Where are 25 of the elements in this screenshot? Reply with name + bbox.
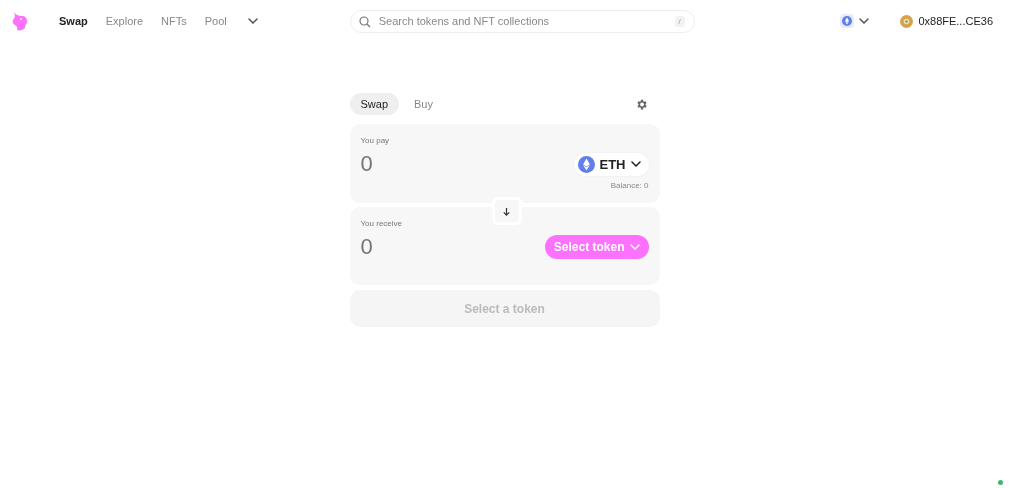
amount-field[interactable]: 0 [360,234,421,260]
avatar-icon [900,14,914,28]
tab[interactable]: Buy [403,93,444,115]
chevron-icon [859,18,870,24]
chevron-icon [247,18,258,24]
nav-link[interactable]: NFTs [152,11,196,31]
status-dot-icon [998,480,1003,485]
ethereum-icon [577,155,595,173]
chevron-icon [630,161,641,167]
panel-label: You receive [360,219,403,228]
chevron-icon [629,244,640,250]
ethereum-icon [842,16,853,26]
select-token-button[interactable]: Select token [544,235,649,259]
panel-label: You pay [360,136,391,145]
amount-field[interactable]: 0 [360,151,421,177]
token-selector[interactable]: ETH [573,152,649,176]
nav-link[interactable]: Swap [50,11,97,31]
nav-link[interactable]: Explore [96,11,153,31]
account-button[interactable]: 0x88FE...CE36 [894,13,999,29]
search-icon [358,15,371,28]
arrow-down-icon [502,206,511,216]
nav-link[interactable]: Pool [195,11,236,31]
balance-text: Balance: 0 [609,181,649,190]
tab[interactable]: Swap [349,93,400,115]
shortcut-key: / [674,15,685,27]
